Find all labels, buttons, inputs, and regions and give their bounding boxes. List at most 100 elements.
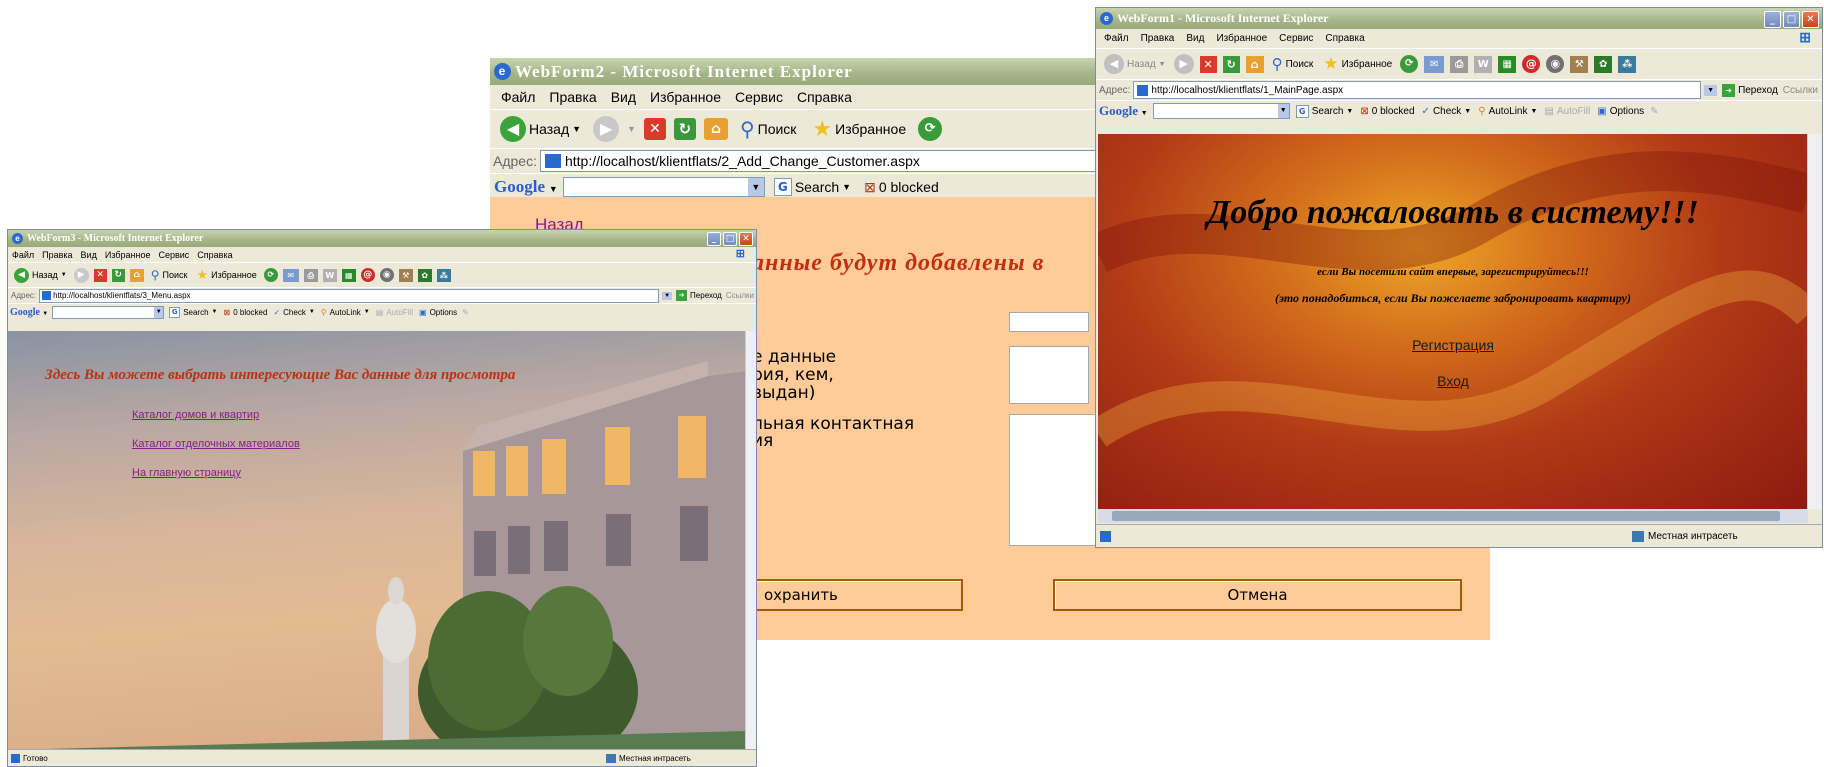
register-link[interactable]: Регистрация bbox=[1098, 337, 1808, 353]
autofill-button[interactable]: ▤ AutoFill bbox=[1543, 106, 1591, 117]
autolink-button[interactable]: ⚲ AutoLink ▼ bbox=[1477, 106, 1538, 117]
options-button[interactable]: ▣ Options bbox=[418, 308, 458, 317]
refresh-icon[interactable]: ↻ bbox=[1222, 55, 1240, 73]
popup-blocker-button[interactable]: ⊠ 0 blocked bbox=[860, 179, 943, 196]
history-icon[interactable]: ⟳ bbox=[263, 268, 278, 282]
scroll-thumb[interactable] bbox=[1112, 511, 1780, 521]
address-field[interactable]: http://localhost/klientflats/1_MainPage.… bbox=[1133, 81, 1702, 99]
tools-icon[interactable]: ⚒ bbox=[398, 268, 413, 282]
link-main-page[interactable]: На главную страницу bbox=[132, 467, 241, 479]
google-logo[interactable]: Google ▼ bbox=[10, 307, 48, 318]
link-materials-catalog[interactable]: Каталог отделочных материалов bbox=[132, 438, 300, 450]
links-label[interactable]: Ссылки bbox=[1783, 85, 1822, 96]
stop-icon[interactable]: ✕ bbox=[643, 118, 666, 140]
options-button[interactable]: ▣ Options bbox=[1596, 106, 1645, 117]
google-search-input[interactable]: ▼ bbox=[52, 305, 165, 319]
links-label[interactable]: Ссылки bbox=[726, 291, 756, 300]
print-icon[interactable]: ⎙ bbox=[303, 268, 318, 282]
favorites-button[interactable]: ★ Избранное bbox=[1321, 54, 1394, 74]
forward-arrow-icon[interactable]: ▶ bbox=[1173, 54, 1194, 74]
chevron-down-icon[interactable]: ▼ bbox=[1277, 104, 1289, 118]
refresh-icon[interactable]: ↻ bbox=[111, 268, 125, 282]
history-icon[interactable]: ⟳ bbox=[1400, 55, 1419, 73]
minimize-icon[interactable]: _ bbox=[1764, 11, 1781, 28]
spellcheck-button[interactable]: ✓ Check ▼ bbox=[272, 308, 315, 317]
search-button[interactable]: ⚲ Поиск bbox=[149, 268, 190, 282]
address-field[interactable]: http://localhost/klientflats/3_Menu.aspx bbox=[39, 288, 660, 303]
home-icon[interactable]: ⌂ bbox=[1245, 55, 1264, 73]
back-button[interactable]: ◀ Назад ▼ bbox=[1102, 54, 1168, 74]
favorites-button[interactable]: ★ Избранное bbox=[808, 116, 910, 142]
spellcheck-button[interactable]: ✓ Check ▼ bbox=[1421, 106, 1473, 117]
popup-blocker-button[interactable]: ⊠ 0 blocked bbox=[223, 308, 269, 317]
plugin-icon[interactable]: ✿ bbox=[417, 268, 432, 282]
menu-tools[interactable]: Сервис bbox=[1273, 33, 1319, 44]
autolink-button[interactable]: ⚲ AutoLink ▼ bbox=[320, 308, 371, 317]
autofill-button[interactable]: ▤ AutoFill bbox=[375, 308, 414, 317]
cancel-button[interactable]: Отмена bbox=[1053, 579, 1462, 611]
menu-edit[interactable]: Правка bbox=[542, 89, 603, 105]
name-input[interactable] bbox=[1009, 312, 1089, 332]
close-icon[interactable]: ✕ bbox=[1802, 11, 1819, 28]
network-icon[interactable]: ⁂ bbox=[436, 268, 451, 282]
menu-file[interactable]: Файл bbox=[494, 89, 542, 105]
print-icon[interactable]: ⎙ bbox=[1450, 55, 1469, 73]
chevron-down-icon[interactable]: ▼ bbox=[154, 306, 164, 318]
chevron-down-icon[interactable]: ▼ bbox=[1704, 84, 1718, 96]
menu-help[interactable]: Справка bbox=[790, 89, 859, 105]
favorites-button[interactable]: ★ Избранное bbox=[195, 267, 259, 283]
save-button[interactable]: охранить bbox=[752, 579, 963, 611]
menu-edit[interactable]: Правка bbox=[1135, 33, 1181, 44]
menu-help[interactable]: Справка bbox=[1319, 33, 1370, 44]
chevron-down-icon[interactable]: ▼ bbox=[627, 124, 636, 134]
google-search-input[interactable]: ▼ bbox=[1152, 103, 1290, 119]
stop-icon[interactable]: ✕ bbox=[1199, 55, 1217, 73]
plugin-icon[interactable]: ✿ bbox=[1594, 55, 1613, 73]
menu-favorites[interactable]: Избранное bbox=[1210, 33, 1273, 44]
menu-view[interactable]: Вид bbox=[77, 250, 101, 260]
menu-view[interactable]: Вид bbox=[1180, 33, 1210, 44]
at-icon[interactable]: @ bbox=[360, 268, 375, 282]
globe-icon[interactable]: ◉ bbox=[1546, 55, 1565, 73]
google-search-button[interactable]: G Search ▼ bbox=[168, 306, 218, 318]
google-logo[interactable]: Google ▼ bbox=[494, 177, 558, 197]
back-button[interactable]: ◀ Назад ▼ bbox=[12, 267, 69, 283]
menu-file[interactable]: Файл bbox=[8, 250, 38, 260]
title-bar[interactable]: e WebForm1 - Microsoft Internet Explorer… bbox=[1096, 8, 1822, 29]
google-search-input[interactable]: ▼ bbox=[562, 177, 765, 197]
menu-file[interactable]: Файл bbox=[1098, 33, 1135, 44]
menu-edit[interactable]: Правка bbox=[38, 250, 76, 260]
pencil-icon[interactable]: ✎ bbox=[462, 308, 469, 317]
maximize-icon[interactable]: □ bbox=[723, 232, 737, 246]
globe-icon[interactable]: ◉ bbox=[379, 268, 394, 282]
menu-favorites[interactable]: Избранное bbox=[101, 250, 155, 260]
menu-tools[interactable]: Сервис bbox=[154, 250, 193, 260]
forward-arrow-icon[interactable]: ▶ bbox=[593, 116, 620, 142]
google-search-button[interactable]: G Search ▼ bbox=[770, 178, 855, 196]
horizontal-scrollbar[interactable] bbox=[1098, 509, 1808, 523]
menu-tools[interactable]: Сервис bbox=[728, 89, 790, 105]
menu-help[interactable]: Справка bbox=[193, 250, 236, 260]
maximize-icon[interactable]: □ bbox=[1783, 11, 1800, 28]
google-logo[interactable]: Google ▼ bbox=[1099, 103, 1148, 119]
refresh-icon[interactable]: ↻ bbox=[673, 118, 696, 140]
go-button[interactable]: ➜ Переход bbox=[1720, 83, 1780, 97]
pencil-icon[interactable]: ✎ bbox=[1650, 106, 1658, 117]
popup-blocker-button[interactable]: ⊠ 0 blocked bbox=[1359, 106, 1415, 117]
edit-icon[interactable]: W bbox=[322, 268, 337, 282]
tools-icon[interactable]: ⚒ bbox=[1570, 55, 1589, 73]
messenger-icon[interactable]: ▦ bbox=[1498, 55, 1517, 73]
mail-icon[interactable]: ✉ bbox=[282, 268, 299, 282]
network-icon[interactable]: ⁂ bbox=[1618, 55, 1637, 73]
mail-icon[interactable]: ✉ bbox=[1424, 55, 1445, 73]
history-icon[interactable]: ⟳ bbox=[918, 117, 943, 141]
back-button[interactable]: ◀ Назад ▼ bbox=[496, 116, 585, 142]
login-link[interactable]: Вход bbox=[1098, 373, 1808, 389]
chevron-down-icon[interactable]: ▼ bbox=[747, 178, 764, 196]
stop-icon[interactable]: ✕ bbox=[93, 268, 107, 282]
menu-favorites[interactable]: Избранное bbox=[643, 89, 728, 105]
minimize-icon[interactable]: _ bbox=[707, 232, 721, 246]
passport-input[interactable] bbox=[1009, 346, 1089, 404]
at-icon[interactable]: @ bbox=[1522, 55, 1541, 73]
go-button[interactable]: ➜ Переход bbox=[675, 290, 723, 301]
